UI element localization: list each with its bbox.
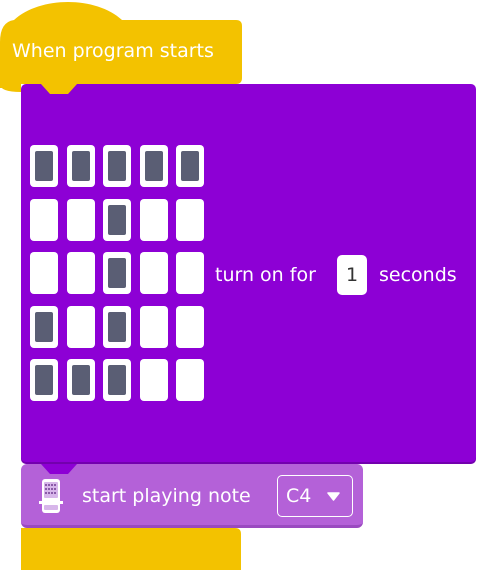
led-cell-r1-c4[interactable] [139, 145, 168, 187]
led-cell-r3-c3[interactable] [103, 252, 131, 294]
led-cell-r5-c1[interactable] [30, 359, 58, 401]
led-cell-r5-c2[interactable] [66, 359, 95, 401]
led-cell-r4-c3[interactable] [103, 305, 131, 348]
led-cell-r4-c2[interactable] [66, 305, 95, 348]
hat-block-label: When program starts [12, 40, 214, 62]
led-cell-r1-c5[interactable] [176, 145, 204, 187]
led-cell-r1-c1[interactable] [30, 145, 58, 187]
led-cell-r1-c2[interactable] [66, 145, 95, 187]
led-cell-r3-c5[interactable] [176, 252, 204, 294]
chevron-down-icon[interactable] [327, 492, 340, 501]
microbit-icon [39, 479, 63, 513]
seconds-label: seconds [379, 264, 457, 286]
led-cell-r2-c3[interactable] [103, 198, 131, 241]
turn-on-for-label: turn on for [215, 264, 316, 286]
seconds-input[interactable]: 1 [337, 255, 367, 295]
led-cell-r3-c4[interactable] [139, 252, 168, 294]
led-cell-r2-c1[interactable] [30, 198, 58, 241]
led-cell-r4-c4[interactable] [139, 305, 168, 348]
led-cell-r2-c2[interactable] [66, 198, 95, 241]
led-cell-r2-c4[interactable] [139, 198, 168, 241]
led-cell-r3-c2[interactable] [66, 252, 95, 294]
led-cell-r5-c3[interactable] [103, 359, 131, 401]
led-cell-r2-c5[interactable] [176, 198, 204, 241]
led-cell-r5-c4[interactable] [139, 359, 168, 401]
led-cell-r4-c1[interactable] [30, 305, 58, 348]
start-playing-note-label: start playing note [82, 485, 251, 507]
note-dropdown-value: C4 [286, 485, 312, 507]
led-cell-r4-c5[interactable] [176, 305, 204, 348]
led-cell-r3-c1[interactable] [30, 252, 58, 294]
led-cell-r1-c3[interactable] [103, 145, 131, 187]
led-cell-r5-c5[interactable] [176, 359, 204, 401]
